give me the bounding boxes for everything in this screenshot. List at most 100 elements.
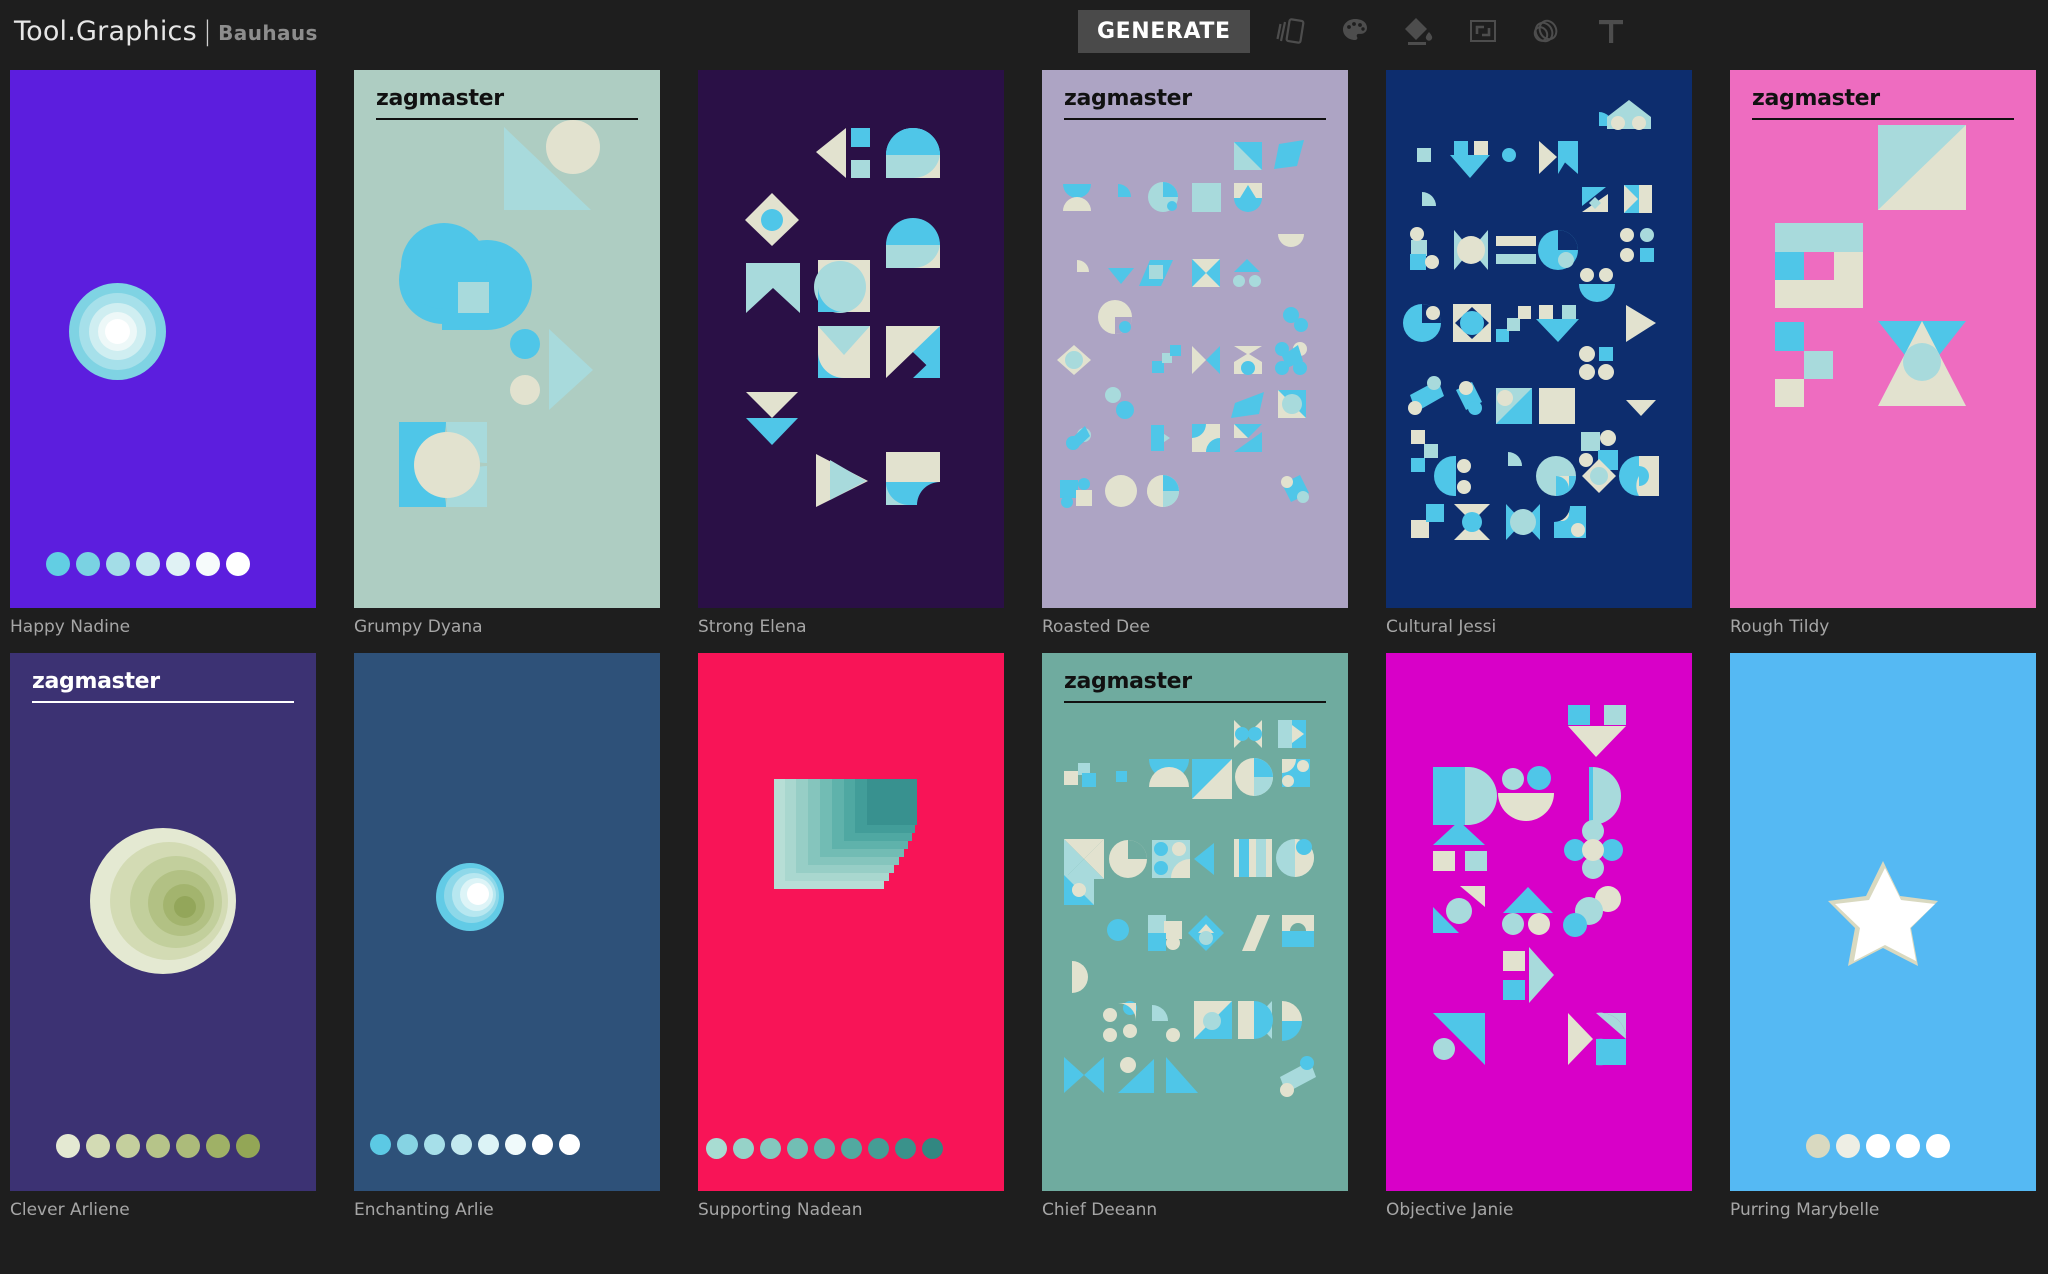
paint-bucket-icon[interactable] [1396,9,1442,53]
dot [451,1134,472,1155]
gallery-item[interactable]: Purring Marybelle [1730,653,2036,1220]
poster-objective-janie[interactable] [1386,653,1692,1191]
dot [1896,1134,1920,1158]
dot [226,552,250,576]
dot-strip [10,552,316,576]
gallery-item[interactable]: zagmaster [1042,653,1348,1220]
palette-icon[interactable] [1332,9,1378,53]
dot [116,1134,140,1158]
dot [841,1138,862,1159]
poster-clever-arliene[interactable]: zagmaster [10,653,316,1191]
dot [1866,1134,1890,1158]
dot [895,1138,916,1159]
poster-purring-marybelle[interactable] [1730,653,2036,1191]
poster-shapes [1403,100,1659,540]
poster-shapes [1064,720,1316,1097]
dot [236,1134,260,1158]
dot [424,1134,445,1155]
dot [1806,1134,1830,1158]
dot [166,552,190,576]
gallery-item[interactable]: zagmaster Rough Tildy [1730,70,2036,637]
dot [733,1138,754,1159]
poster-cultural-jessi[interactable] [1386,70,1692,608]
poster-label: Grumpy Dyana [354,617,483,637]
dot-strip [698,1138,1004,1159]
poster-happy-nadine[interactable] [10,70,316,608]
gallery-item[interactable]: zagmaster Clever Arliene [10,653,316,1220]
dot [1836,1134,1860,1158]
gallery-item[interactable]: Cultural Jessi [1386,70,1692,637]
poster-label: Cultural Jessi [1386,617,1497,637]
gallery-item[interactable]: Strong Elena [698,70,1004,637]
poster-label: Happy Nadine [10,617,131,637]
dot [760,1138,781,1159]
dot-strip [354,1134,660,1155]
dot [706,1138,727,1159]
cards-icon[interactable] [1268,9,1314,53]
poster-title-block: zagmaster [32,669,294,703]
poster-label: Objective Janie [1386,1200,1514,1220]
poster-shapes [399,120,600,507]
dot [56,1134,80,1158]
resize-icon[interactable] [1460,9,1506,53]
poster-shapes [1433,705,1627,1066]
dot [106,552,130,576]
poster-grid: Happy Nadine zagmaster Grumpy Dyana Stro… [10,70,2042,1220]
title-rule [32,701,294,703]
poster-shapes [1057,140,1309,508]
rings-icon[interactable] [1524,9,1570,53]
dot [922,1138,943,1159]
dot [787,1138,808,1159]
toolbar: GENERATE [1078,8,1634,54]
poster-roasted-dee[interactable]: zagmaster [1042,70,1348,608]
gallery-item[interactable]: Supporting Nadean [698,653,1004,1220]
star-shape [1828,861,1938,966]
gallery-item[interactable]: Happy Nadine [10,70,316,637]
concentric-rings [90,828,236,974]
dot [370,1134,391,1155]
poster-label: Chief Deeann [1042,1200,1158,1220]
dot [146,1134,170,1158]
dot [136,552,160,576]
poster-label: Strong Elena [698,617,807,637]
brand-subtitle: Bauhaus [218,20,318,45]
concentric-rings [69,283,166,380]
poster-shapes [745,128,940,507]
gallery-item[interactable]: Enchanting Arlie [354,653,660,1220]
dot [559,1134,580,1155]
poster-label: Clever Arliene [10,1200,130,1220]
brand-main: Tool.Graphics [14,15,197,47]
concentric-rings [436,863,504,931]
poster-rough-tildy[interactable]: zagmaster [1730,70,2036,608]
generate-button[interactable]: GENERATE [1078,9,1250,53]
brand-separator: | [202,15,213,47]
poster-grumpy-dyana[interactable]: zagmaster [354,70,660,608]
layered-squares [774,779,917,889]
dot [86,1134,110,1158]
dot [868,1138,889,1159]
dot [532,1134,553,1155]
poster-label: Supporting Nadean [698,1200,863,1220]
dot [505,1134,526,1155]
dot-strip [1730,1134,2036,1158]
dot [478,1134,499,1155]
gallery-item[interactable]: zagmaster [354,70,660,637]
gallery-item[interactable]: zagmaster [1042,70,1348,637]
dot-strip [10,1134,316,1158]
poster-label: Purring Marybelle [1730,1200,1880,1220]
poster-chief-deeann[interactable]: zagmaster [1042,653,1348,1191]
poster-strong-elena[interactable] [698,70,1004,608]
dot [176,1134,200,1158]
app-brand: Tool.Graphics | Bauhaus [14,16,318,47]
poster-label: Roasted Dee [1042,617,1151,637]
poster-supporting-nadean[interactable] [698,653,1004,1191]
dot [196,552,220,576]
top-bar: Tool.Graphics | Bauhaus GENERATE [0,0,2048,62]
gallery-item[interactable]: Objective Janie [1386,653,1692,1220]
dot [46,552,70,576]
dot [76,552,100,576]
poster-title: zagmaster [32,669,160,694]
text-icon[interactable] [1588,9,1634,53]
poster-label: Enchanting Arlie [354,1200,494,1220]
poster-enchanting-arlie[interactable] [354,653,660,1191]
